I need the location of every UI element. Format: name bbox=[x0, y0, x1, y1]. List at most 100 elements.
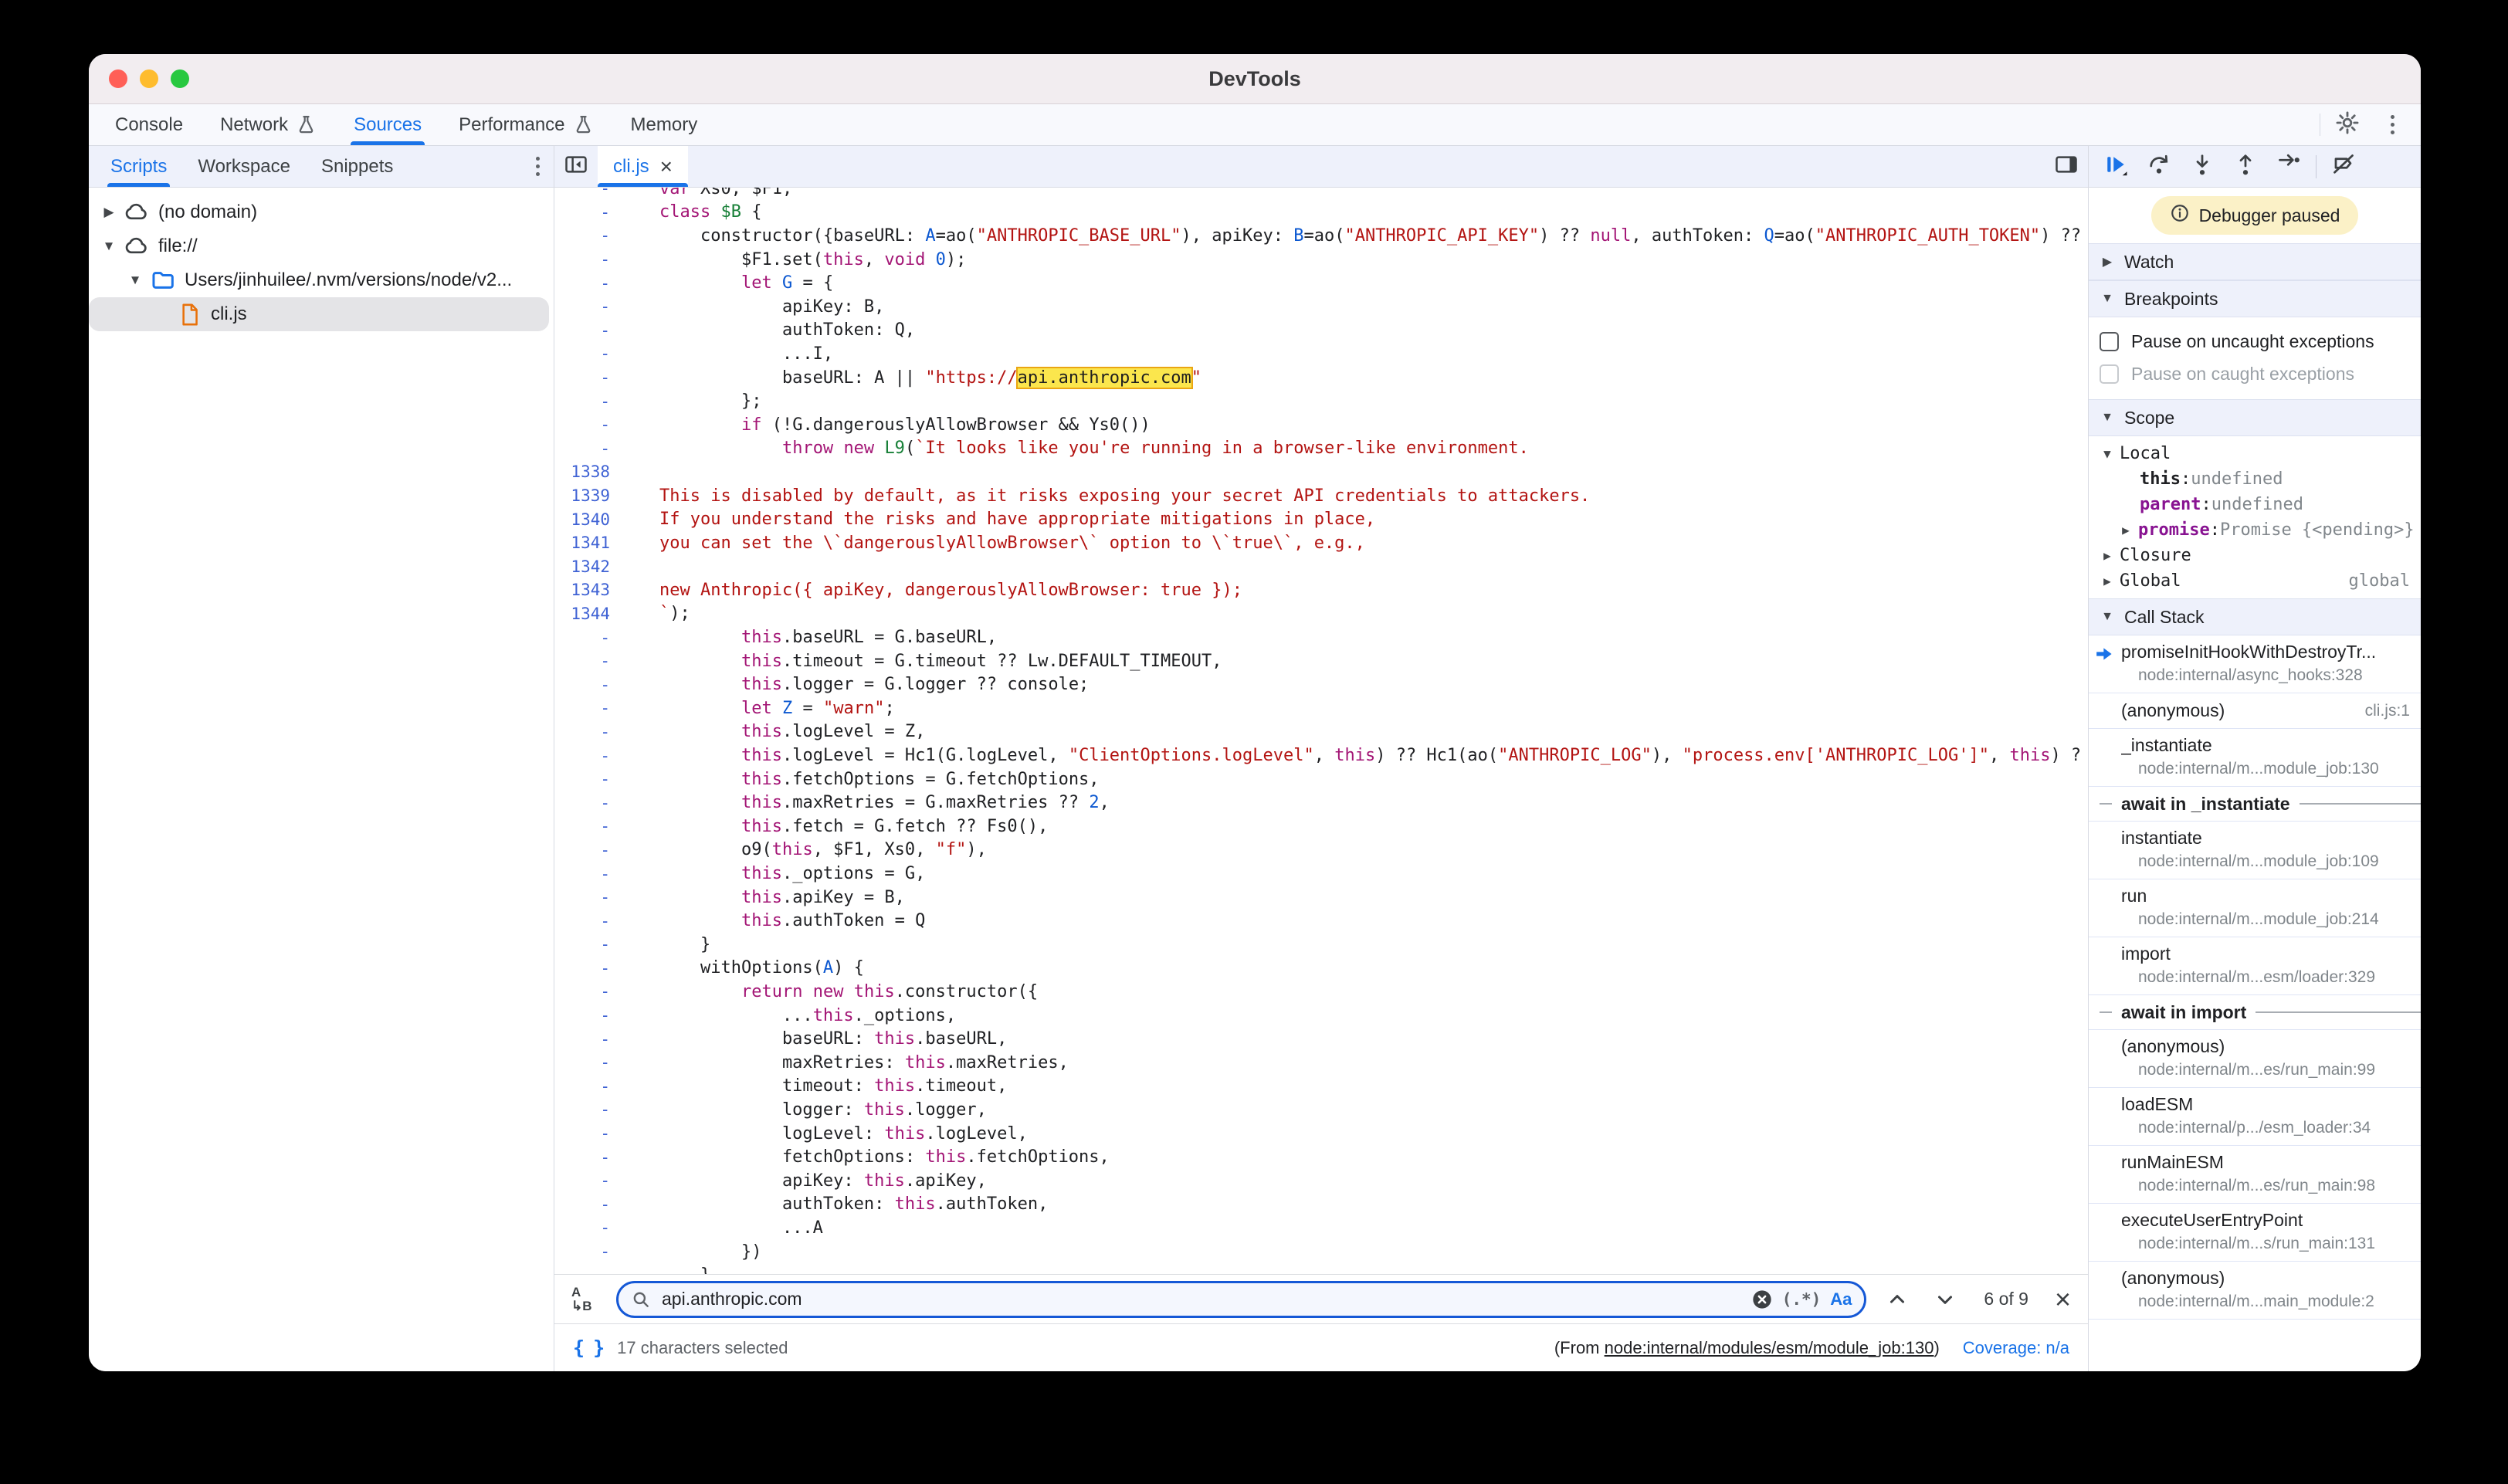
minimize-window-button[interactable] bbox=[140, 69, 158, 88]
code-line[interactable]: - ...A bbox=[554, 1216, 2088, 1240]
line-number[interactable]: - bbox=[554, 794, 632, 812]
step-into-button[interactable] bbox=[2181, 150, 2223, 184]
code-line[interactable]: - $F1.set(this, void 0); bbox=[554, 248, 2088, 272]
code-editor[interactable]: -var Xs0, $F1;-class $B {- constructor({… bbox=[554, 188, 2088, 1274]
search-input[interactable] bbox=[660, 1288, 1742, 1310]
chevron-down-icon[interactable]: ▼ bbox=[98, 239, 120, 254]
line-number[interactable]: - bbox=[554, 699, 632, 717]
line-number[interactable]: - bbox=[554, 188, 632, 198]
tree-item-users-jinhuilee-nvm-versions-node-v2-[interactable]: ▼Users/jinhuilee/.nvm/versions/node/v2..… bbox=[89, 263, 554, 297]
tab-memory[interactable]: Memory bbox=[612, 104, 717, 145]
callstack-frame[interactable]: (anonymous)cli.js:1 bbox=[2089, 693, 2421, 729]
breakpoint-option[interactable]: Pause on caught exceptions bbox=[2089, 357, 2421, 390]
line-number[interactable]: - bbox=[554, 1124, 632, 1143]
step-button[interactable] bbox=[2268, 150, 2310, 184]
line-number[interactable]: - bbox=[554, 344, 632, 363]
callstack-section-header[interactable]: ▼ Call Stack bbox=[2089, 598, 2421, 635]
line-number[interactable]: - bbox=[554, 1148, 632, 1167]
line-number[interactable]: - bbox=[554, 1195, 632, 1214]
toggle-navigator-button[interactable] bbox=[554, 146, 598, 187]
scope-section-global[interactable]: ▶Globalglobal bbox=[2089, 568, 2421, 594]
code-line[interactable]: 1339This is disabled by default, as it r… bbox=[554, 484, 2088, 508]
line-number[interactable]: - bbox=[554, 1266, 632, 1274]
code-line[interactable]: - throw new L9(`It looks like you're run… bbox=[554, 437, 2088, 461]
code-line[interactable]: - this.authToken = Q bbox=[554, 909, 2088, 933]
editor-tab-clijs[interactable]: cli.js × bbox=[598, 146, 688, 187]
code-line[interactable]: - this.logger = G.logger ?? console; bbox=[554, 673, 2088, 696]
source-origin-link[interactable]: node:internal/modules/esm/module_job:130 bbox=[1605, 1338, 1934, 1357]
code-line[interactable]: - authToken: this.authToken, bbox=[554, 1193, 2088, 1217]
scope-variable[interactable]: ▶promise: Promise {<pending>} bbox=[2089, 517, 2421, 543]
line-number[interactable]: 1344 bbox=[554, 605, 632, 623]
line-number[interactable]: - bbox=[554, 1006, 632, 1025]
line-number[interactable]: - bbox=[554, 415, 632, 434]
line-number[interactable]: - bbox=[554, 1100, 632, 1119]
code-line[interactable]: - o9(this, $F1, Xs0, "f"), bbox=[554, 839, 2088, 862]
line-number[interactable]: - bbox=[554, 274, 632, 293]
code-line[interactable]: - return new this.constructor({ bbox=[554, 980, 2088, 1004]
code-line[interactable]: - this._options = G, bbox=[554, 862, 2088, 886]
code-line[interactable]: - this.timeout = G.timeout ?? Lw.DEFAULT… bbox=[554, 649, 2088, 673]
line-number[interactable]: - bbox=[554, 1171, 632, 1190]
code-line[interactable]: - this.fetchOptions = G.fetchOptions, bbox=[554, 767, 2088, 791]
line-number[interactable]: - bbox=[554, 723, 632, 741]
code-line[interactable]: - logLevel: this.logLevel, bbox=[554, 1122, 2088, 1146]
callstack-frame[interactable]: executeUserEntryPointnode:internal/m...s… bbox=[2089, 1204, 2421, 1262]
scope-variable[interactable]: this: undefined bbox=[2089, 466, 2421, 492]
navigator-tab-workspace[interactable]: Workspace bbox=[182, 146, 306, 187]
line-number[interactable]: - bbox=[554, 982, 632, 1001]
line-number[interactable]: - bbox=[554, 1242, 632, 1261]
tab-performance[interactable]: Performance bbox=[440, 104, 612, 145]
resume-button[interactable] bbox=[2095, 150, 2137, 184]
search-field[interactable]: (.*) Aa bbox=[616, 1281, 1866, 1318]
tree-item--no-domain-[interactable]: ▶(no domain) bbox=[89, 195, 554, 229]
tab-sources[interactable]: Sources bbox=[335, 104, 440, 145]
toggle-debugger-sidebar-button[interactable] bbox=[2045, 146, 2088, 187]
line-number[interactable]: - bbox=[554, 959, 632, 977]
code-line[interactable]: - let Z = "warn"; bbox=[554, 696, 2088, 720]
line-number[interactable]: - bbox=[554, 321, 632, 340]
code-line[interactable]: - baseURL: A || "https://api.anthropic.c… bbox=[554, 366, 2088, 390]
code-line[interactable]: - this.fetch = G.fetch ?? Fs0(), bbox=[554, 815, 2088, 839]
line-number[interactable]: 1343 bbox=[554, 581, 632, 599]
code-line[interactable]: 1338 bbox=[554, 460, 2088, 484]
code-line[interactable]: 1341you can set the \`dangerouslyAllowBr… bbox=[554, 531, 2088, 555]
step-out-button[interactable] bbox=[2225, 150, 2266, 184]
callstack-frame[interactable]: (anonymous)node:internal/m...es/run_main… bbox=[2089, 1030, 2421, 1088]
line-number[interactable]: - bbox=[554, 1218, 632, 1237]
callstack-frame[interactable]: loadESMnode:internal/p.../esm_loader:34 bbox=[2089, 1088, 2421, 1146]
match-case-toggle[interactable]: Aa bbox=[1830, 1289, 1852, 1310]
code-line[interactable]: - logger: this.logger, bbox=[554, 1098, 2088, 1122]
code-line[interactable]: -class $B { bbox=[554, 201, 2088, 225]
tab-network[interactable]: Network bbox=[202, 104, 335, 145]
line-number[interactable]: - bbox=[554, 392, 632, 411]
line-number[interactable]: - bbox=[554, 747, 632, 765]
navigator-more-button[interactable] bbox=[536, 157, 540, 176]
previous-match-button[interactable] bbox=[1880, 1288, 1914, 1311]
clear-search-button[interactable] bbox=[1751, 1289, 1773, 1310]
pretty-print-button[interactable]: { } bbox=[573, 1337, 603, 1359]
close-search-button[interactable]: × bbox=[2055, 1286, 2071, 1313]
code-line[interactable]: 1343new Anthropic({ apiKey, dangerouslyA… bbox=[554, 578, 2088, 602]
callstack-frame[interactable]: importnode:internal/m...esm/loader:329 bbox=[2089, 937, 2421, 995]
code-line[interactable]: 1342 bbox=[554, 555, 2088, 579]
callstack-frame[interactable]: _instantiatenode:internal/m...module_job… bbox=[2089, 729, 2421, 787]
navigator-tab-snippets[interactable]: Snippets bbox=[306, 146, 408, 187]
line-number[interactable]: - bbox=[554, 912, 632, 930]
line-number[interactable]: - bbox=[554, 841, 632, 859]
code-line[interactable]: - this.logLevel = Hc1(G.logLevel, "Clien… bbox=[554, 744, 2088, 767]
line-number[interactable]: 1338 bbox=[554, 462, 632, 481]
settings-button[interactable] bbox=[2325, 104, 2370, 145]
close-window-button[interactable] bbox=[109, 69, 127, 88]
breakpoints-section-header[interactable]: ▼ Breakpoints bbox=[2089, 280, 2421, 317]
scope-section-header[interactable]: ▼ Scope bbox=[2089, 399, 2421, 436]
line-number[interactable]: - bbox=[554, 676, 632, 694]
code-line[interactable]: 1344`); bbox=[554, 602, 2088, 626]
regex-toggle[interactable]: (.*) bbox=[1782, 1290, 1822, 1309]
code-line[interactable]: - this.logLevel = Z, bbox=[554, 720, 2088, 744]
watch-section-header[interactable]: ▶ Watch bbox=[2089, 243, 2421, 280]
chevron-right-icon[interactable]: ▶ bbox=[98, 205, 120, 220]
step-over-button[interactable] bbox=[2138, 150, 2180, 184]
line-number[interactable]: - bbox=[554, 439, 632, 458]
code-line[interactable]: - constructor({baseURL: A=ao("ANTHROPIC_… bbox=[554, 224, 2088, 248]
